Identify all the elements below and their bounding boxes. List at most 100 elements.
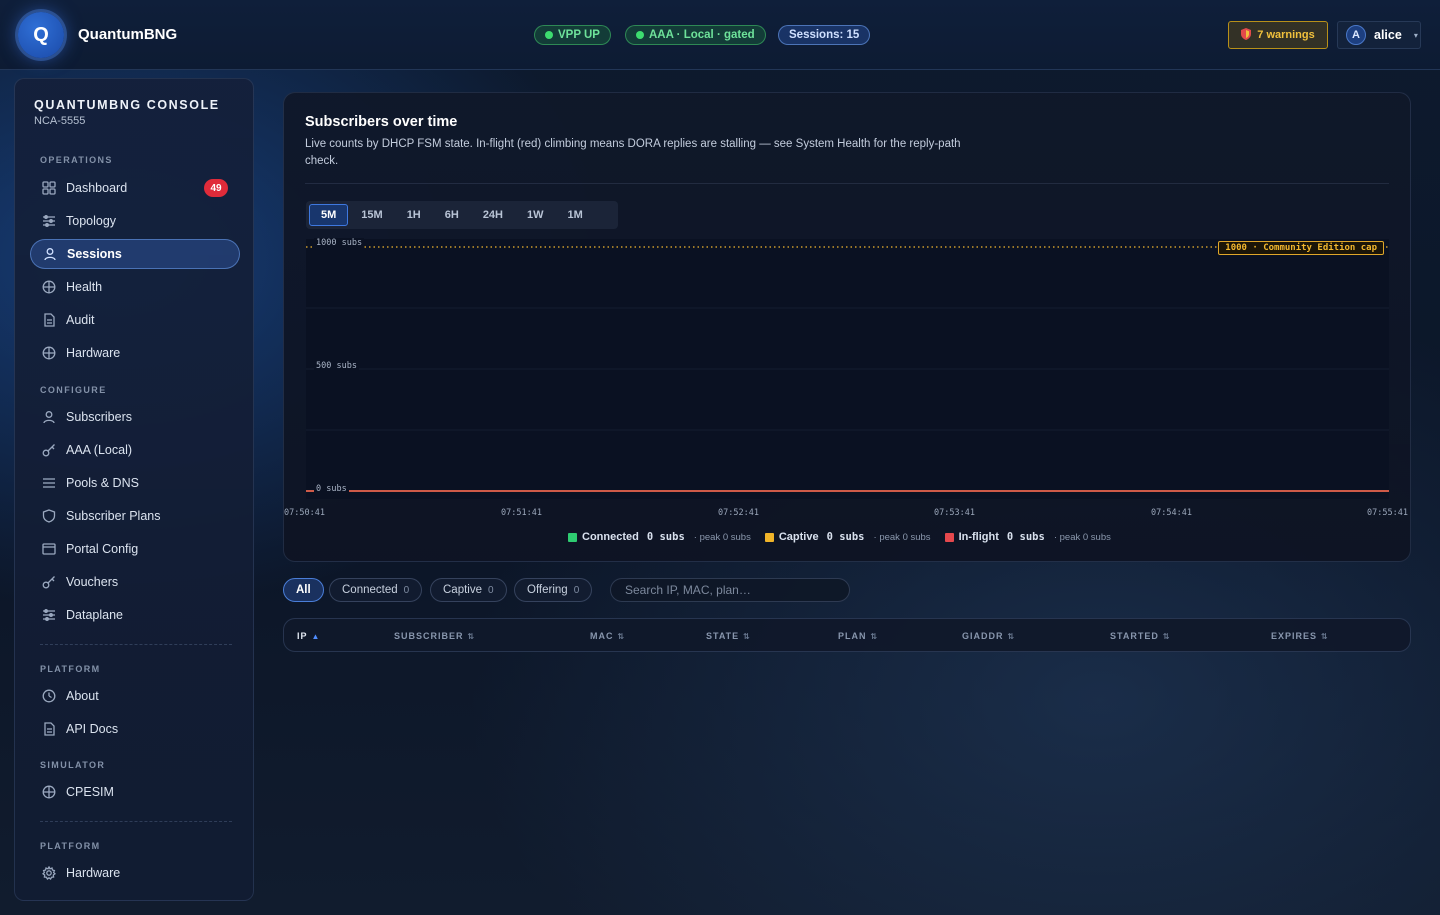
sidebar-item-hardware-platform[interactable]: Hardware [30,858,240,888]
legend-series-peak: · peak 0 subs [1053,531,1111,543]
sort-icon: ⇅ [467,631,476,641]
sidebar-item-label: Vouchers [66,575,119,589]
user-menu-button[interactable]: A alice ▾ [1337,21,1421,49]
x-tick-label: 07:55:41 [1367,508,1408,518]
sidebar-item-label: Sessions [67,247,122,261]
legend-swatch [764,532,774,542]
filter-label: All [296,584,311,596]
legend-item-captive[interactable]: Captive 0 subs · peak 0 subs [764,531,931,543]
sidebar-item-dataplane[interactable]: Dataplane [30,600,240,630]
sort-icon: ⇅ [617,631,626,641]
sidebar-item-api-docs[interactable]: API Docs [30,714,240,744]
cap-annotation: 1000 · Community Edition cap [1218,241,1384,255]
column-header-started[interactable]: STARTED ⇅ [1110,631,1171,641]
logo[interactable]: Q [18,12,64,58]
column-header-label: PLAN [838,631,867,641]
sidebar-item-sessions[interactable]: Sessions [30,239,240,269]
sidebar-item-label: About [66,689,99,703]
sidebar-item-label: Subscribers [66,410,132,424]
sidebar-item-vouchers[interactable]: Vouchers [30,567,240,597]
range-1m-button[interactable]: 1M [557,204,594,226]
column-header-plan[interactable]: PLAN ⇅ [838,631,878,641]
column-header-giaddr[interactable]: GIADDR ⇅ [962,631,1015,641]
filter-label: Offering [527,584,568,596]
sidebar-item-label: Dataplane [66,608,123,622]
key-icon [42,575,56,589]
column-header-expires[interactable]: EXPIRES ⇅ [1271,631,1329,641]
filter-count: 0 [488,584,494,596]
brand-name: QuantumBNG [78,26,178,43]
legend-item-in-flight[interactable]: In-flight 0 subs · peak 0 subs [944,531,1111,543]
x-tick-label: 07:51:41 [501,508,542,518]
sort-icon: ⇅ [870,631,879,641]
filter-count: 0 [403,584,410,596]
sidebar-item-cpesim[interactable]: CPESIM [30,777,240,807]
sidebar: QUANTUMBNG CONSOLE NCA-5555 OPERATIONS D… [14,78,254,901]
column-header-subscriber[interactable]: SUBSCRIBER ⇅ [394,631,475,641]
sliders-icon [42,214,56,228]
section-configure: CONFIGURE [40,385,107,395]
chart-legend: Connected 0 subs · peak 0 subs Captive 0… [568,531,1125,543]
sidebar-item-subscribers[interactable]: Subscribers [30,402,240,432]
x-tick-label: 07:50:41 [284,508,325,518]
column-header-ip[interactable]: IP ▲ [297,631,320,641]
sidebar-item-health[interactable]: Health [30,272,240,302]
sort-asc-icon: ▲ [311,631,321,641]
sidebar-item-portal-config[interactable]: Portal Config [30,534,240,564]
list-icon [42,476,56,490]
column-header-label: STARTED [1110,631,1159,641]
filter-label: Connected [342,584,398,596]
y-tick-label: 500 subs [314,361,359,371]
user-icon [43,247,57,261]
shield-icon [42,509,56,523]
top-bar: Q QuantumBNG VPP UP AAA · Local · gated … [0,0,1440,70]
sidebar-item-audit[interactable]: Audit [30,305,240,335]
search-input[interactable] [610,578,850,602]
sidebar-item-about[interactable]: About [30,681,240,711]
filter-captive[interactable]: Captive 0 [430,578,507,602]
range-15m-button[interactable]: 15M [350,204,393,226]
section-simulator: SIMULATOR [40,760,106,770]
column-header-label: GIADDR [962,631,1004,641]
sidebar-item-topology[interactable]: Topology [30,206,240,236]
sidebar-item-subscriber-plans[interactable]: Subscriber Plans [30,501,240,531]
column-header-state[interactable]: STATE ⇅ [706,631,751,641]
range-1w-button[interactable]: 1W [516,204,555,226]
sidebar-item-label: Health [66,280,103,294]
column-header-label: MAC [590,631,614,641]
globe-icon [42,346,56,360]
sidebar-item-dashboard[interactable]: Dashboard 49 [30,173,240,203]
sidebar-item-aaa-local[interactable]: AAA (Local) [30,435,240,465]
sidebar-item-label: Portal Config [66,542,139,556]
range-1h-button[interactable]: 1H [396,204,432,226]
sidebar-item-label: Pools & DNS [66,476,139,490]
range-24h-button[interactable]: 24H [472,204,514,226]
vpp-status-label: VPP UP [558,29,600,41]
sort-icon: ⇅ [743,631,751,641]
sidebar-item-label: CPESIM [66,785,114,799]
legend-item-connected[interactable]: Connected 0 subs · peak 0 subs [568,531,751,543]
legend-swatch [944,532,954,542]
legend-peak-text: peak 0 subs [699,531,751,543]
range-5m-button[interactable]: 5M [309,204,349,226]
user-name: alice [1374,28,1402,42]
sidebar-item-label: AAA (Local) [66,443,133,457]
grid-icon [42,181,56,195]
sidebar-item-label: Topology [66,214,117,228]
x-tick-label: 07:54:41 [1151,508,1192,518]
legend-series-name: In-flight [958,531,999,543]
legend-series-name: Connected [582,531,639,543]
sidebar-item-hardware[interactable]: Hardware [30,338,240,368]
sidebar-item-pools-dns[interactable]: Pools & DNS [30,468,240,498]
aaa-status-label: AAA · Local · gated [649,29,755,41]
globe-icon [42,280,56,294]
filter-connected[interactable]: Connected 0 [329,578,423,602]
card-description: Live counts by DHCP FSM state. In-flight… [305,138,961,167]
warnings-button[interactable]: 7 warnings [1228,21,1328,49]
filter-offering[interactable]: Offering 0 [514,578,593,602]
filter-all[interactable]: All [283,578,324,602]
range-6h-button[interactable]: 6H [434,204,470,226]
column-header-mac[interactable]: MAC ⇅ [590,631,625,641]
shield-warning-icon [1241,27,1252,43]
document-icon [42,722,56,736]
